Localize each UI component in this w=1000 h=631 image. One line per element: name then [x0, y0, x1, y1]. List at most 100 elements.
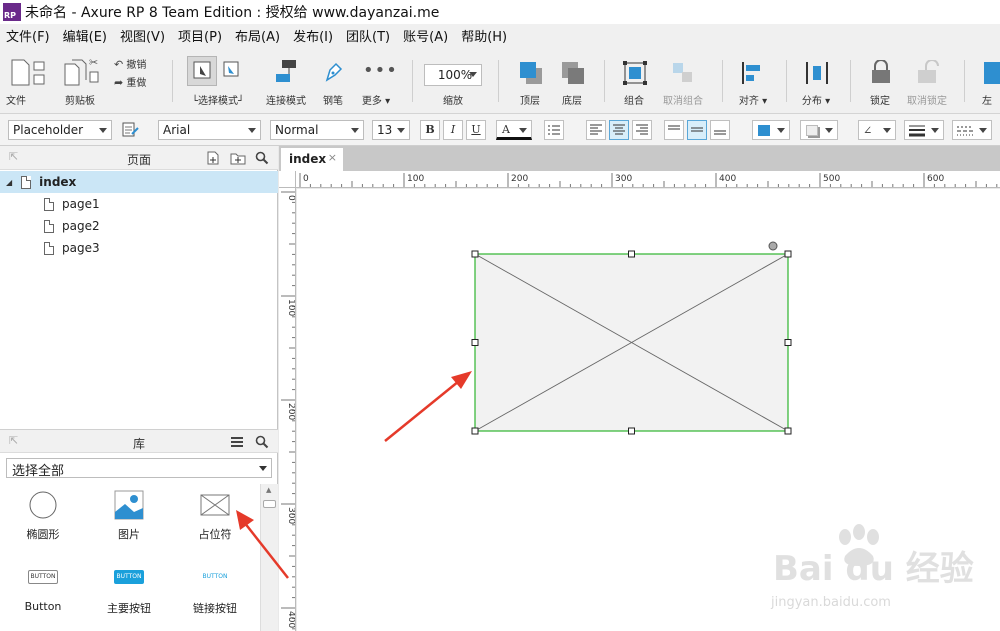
line-width-button[interactable]	[904, 120, 944, 140]
redo-button[interactable]: ➦ 重做	[114, 74, 162, 90]
zoom-select[interactable]: 100%	[424, 64, 482, 86]
align-left-button[interactable]: 左	[974, 46, 1000, 112]
line-style-button[interactable]	[952, 120, 992, 140]
redo-icon: ➦	[114, 76, 124, 89]
lock-button[interactable]: 锁定	[860, 46, 900, 112]
underline-button[interactable]: U	[466, 120, 486, 140]
expand-triangle-icon[interactable]: ◢	[6, 178, 12, 187]
undo-label: 撤销	[126, 60, 147, 71]
group-icon	[623, 61, 647, 85]
unlock-button[interactable]: 取消锁定	[904, 46, 950, 112]
page-tree-item-page3[interactable]: page3	[0, 237, 278, 259]
style-edit-icon[interactable]	[122, 122, 140, 138]
menu-file[interactable]: 文件(F)	[6, 26, 50, 45]
library-item-image[interactable]: 图片	[86, 490, 172, 542]
pen-label: 钢笔	[323, 96, 343, 107]
align-button[interactable]: 对齐 ▾	[734, 46, 772, 112]
close-icon[interactable]: ×	[328, 151, 337, 164]
pages-panel-header: ⇱ 页面	[0, 146, 278, 170]
unlock-label: 取消锁定	[907, 96, 947, 107]
placeholder-widget[interactable]	[474, 253, 789, 432]
ungroup-label: 取消组合	[663, 96, 703, 107]
align-text-left-button[interactable]	[586, 120, 606, 140]
chevron-down-icon	[883, 128, 891, 133]
menu-bar: 文件(F) 编辑(E) 视图(V) 项目(P) 布局(A) 发布(I) 团队(T…	[0, 24, 1000, 46]
valign-bottom-button[interactable]	[710, 120, 730, 140]
chevron-down-icon	[519, 128, 527, 133]
group-button[interactable]: 组合	[614, 46, 654, 112]
menu-publish[interactable]: 发布(I)	[293, 26, 333, 45]
font-size-select[interactable]: 13	[372, 120, 410, 140]
bring-to-front-button[interactable]: 顶层	[510, 46, 550, 112]
shadow-button[interactable]	[800, 120, 838, 140]
rotate-handle-icon[interactable]	[768, 241, 778, 251]
widget-style-select[interactable]: Placeholder	[8, 120, 112, 140]
more-button[interactable]: ••• 更多 ▾	[358, 46, 397, 112]
menu-team[interactable]: 团队(T)	[346, 26, 390, 45]
design-canvas[interactable]: Bai du 经验 jingyan.baidu.com	[297, 189, 1000, 631]
axure-app-icon: RP	[3, 3, 21, 21]
lock-icon	[872, 60, 890, 83]
clipboard-button[interactable]: ✂ 剪贴板	[58, 46, 102, 112]
chevron-down-icon	[351, 128, 359, 133]
scroll-up-icon[interactable]: ▲	[266, 486, 271, 494]
title-bar: RP 未命名 - Axure RP 8 Team Edition : 授权给 w…	[0, 0, 1000, 24]
font-color-button[interactable]: A	[496, 120, 532, 140]
font-family-select[interactable]: Arial	[158, 120, 261, 140]
align-text-right-button[interactable]	[632, 120, 652, 140]
select-mode-button[interactable]: └选择模式┘	[186, 46, 250, 112]
menu-layout[interactable]: 布局(A)	[235, 26, 280, 45]
add-folder-icon[interactable]	[230, 151, 246, 165]
ruler-label: 0	[303, 174, 309, 184]
tab-index[interactable]: index ×	[281, 148, 343, 171]
unlock-icon	[918, 60, 939, 83]
font-weight-select[interactable]: Normal	[270, 120, 364, 140]
pen-button[interactable]: 钢笔	[318, 46, 348, 112]
distribute-button[interactable]: 分布 ▾	[796, 46, 836, 112]
line-color-button[interactable]: ∠	[858, 120, 896, 140]
font-family-value: Arial	[163, 123, 191, 137]
toolbar-separator	[412, 60, 413, 102]
link-button-preview: BUTTON	[202, 573, 228, 580]
file-button[interactable]: 文件	[4, 46, 48, 112]
menu-project[interactable]: 项目(P)	[178, 26, 222, 45]
ungroup-button[interactable]: 取消组合	[658, 46, 708, 112]
page-tree-item-page2[interactable]: page2	[0, 215, 278, 237]
page-tree-item-page1[interactable]: page1	[0, 193, 278, 215]
bullet-list-button[interactable]	[544, 120, 564, 140]
italic-button[interactable]: I	[443, 120, 463, 140]
library-item-ellipse[interactable]: 椭圆形	[0, 490, 86, 542]
search-icon[interactable]	[255, 151, 269, 165]
zoom-control[interactable]: 100% 缩放	[424, 46, 482, 112]
align-text-center-icon	[613, 124, 625, 135]
connect-mode-button[interactable]: 连接模式	[262, 46, 310, 112]
pen-icon	[325, 62, 343, 82]
page-tree-item-index[interactable]: ◢ index	[0, 171, 278, 193]
valign-top-button[interactable]	[664, 120, 684, 140]
menu-icon[interactable]	[231, 436, 243, 448]
primary-button-preview: BUTTON	[114, 570, 144, 584]
page-icon	[44, 219, 54, 233]
add-page-icon[interactable]	[206, 151, 220, 165]
menu-help[interactable]: 帮助(H)	[461, 26, 507, 45]
menu-edit[interactable]: 编辑(E)	[63, 26, 107, 45]
align-text-left-icon	[590, 124, 602, 135]
library-select[interactable]: 选择全部	[6, 458, 272, 479]
send-to-back-button[interactable]: 底层	[552, 46, 592, 112]
distribute-icon	[806, 62, 828, 84]
align-text-center-button[interactable]	[609, 120, 629, 140]
library-item-button[interactable]: BUTTON Button	[0, 570, 86, 613]
search-icon[interactable]	[255, 435, 269, 449]
select-mode-label: └选择模式┘	[191, 96, 245, 107]
library-item-primary-button[interactable]: BUTTON 主要按钮	[86, 570, 172, 616]
menu-account[interactable]: 账号(A)	[403, 26, 448, 45]
fill-color-button[interactable]	[752, 120, 790, 140]
menu-view[interactable]: 视图(V)	[120, 26, 165, 45]
bold-button[interactable]: B	[420, 120, 440, 140]
annotation-arrow-icon	[384, 371, 472, 442]
valign-middle-button[interactable]	[687, 120, 707, 140]
undo-button[interactable]: ↶ 撤销	[114, 56, 162, 72]
widget-style-value: Placeholder	[13, 123, 84, 137]
page-icon	[44, 197, 54, 211]
watermark-brand: Bai du 经验	[773, 549, 974, 589]
